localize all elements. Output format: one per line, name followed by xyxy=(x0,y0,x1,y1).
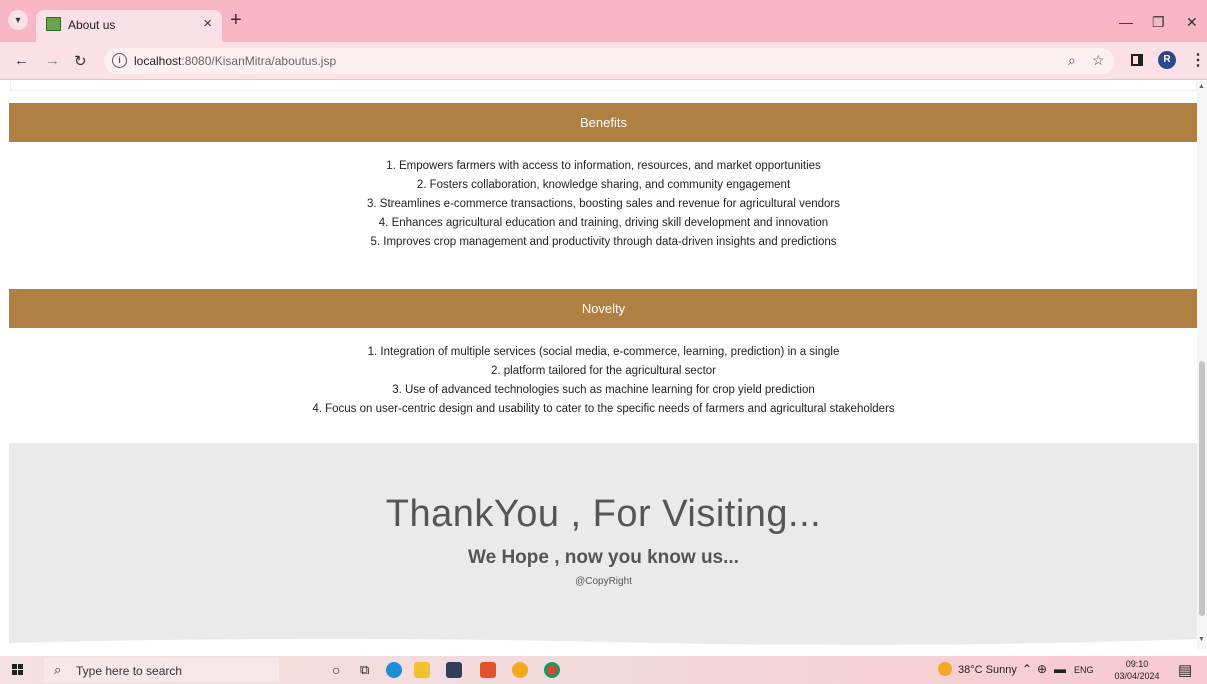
taskbar-search-placeholder: Type here to search xyxy=(76,664,183,678)
profile-avatar[interactable]: R xyxy=(1158,51,1176,69)
novelty-item: 3. Use of advanced technologies such as … xyxy=(392,384,815,396)
show-hidden-icons-chevron-icon[interactable]: ⌃ xyxy=(1022,662,1032,676)
language-indicator[interactable]: ENG xyxy=(1074,665,1094,675)
clock-time: 09:10 xyxy=(1125,659,1149,669)
benefits-item: 1. Empowers farmers with access to infor… xyxy=(386,160,821,172)
windows-taskbar: ⌕ Type here to search ○ ⧉ 38°C Sunny ⌃ ⊕… xyxy=(0,656,1207,684)
edge-browser-icon[interactable] xyxy=(386,662,402,678)
site-info-icon[interactable]: i xyxy=(112,53,127,68)
cortana-circle-icon[interactable]: ○ xyxy=(332,662,340,678)
benefits-item: 4. Enhances agricultural education and t… xyxy=(378,217,829,229)
zoom-icon[interactable]: ⌕ xyxy=(1068,52,1076,69)
app-hexagon-icon[interactable] xyxy=(512,662,528,678)
benefits-list: 1. Empowers farmers with access to infor… xyxy=(9,142,1198,288)
weather-sun-icon[interactable] xyxy=(938,662,952,676)
thank-you-heading: ThankYou , For Visiting... xyxy=(385,493,822,535)
benefits-heading: Benefits xyxy=(9,103,1198,142)
task-view-icon[interactable]: ⧉ xyxy=(360,662,369,678)
url-text[interactable]: localhost:8080/KisanMitra/aboutus.jsp xyxy=(134,54,336,68)
reload-icon[interactable]: ↻ xyxy=(74,52,87,70)
new-tab-plus-icon[interactable]: + xyxy=(230,10,242,30)
scrollbar-thumb[interactable] xyxy=(1199,361,1205,616)
taskbar-clock[interactable]: 09:10 03/04/2024 xyxy=(1112,658,1162,682)
search-icon: ⌕ xyxy=(54,662,62,677)
browser-tab-bar: ▾ About us × + — ❐ ✕ xyxy=(0,0,1207,42)
footer: ThankYou , For Visiting... We Hope , now… xyxy=(9,443,1198,649)
benefits-item: 5. Improves crop management and producti… xyxy=(370,236,837,248)
office-icon[interactable] xyxy=(480,662,496,678)
previous-section-edge xyxy=(10,81,1197,91)
taskbar-search[interactable]: ⌕ Type here to search xyxy=(44,658,279,682)
window-close-icon[interactable]: ✕ xyxy=(1186,14,1198,31)
novelty-item: 1. Integration of multiple services (soc… xyxy=(367,346,840,358)
scroll-up-icon[interactable]: ▲ xyxy=(1198,83,1205,90)
back-arrow-icon[interactable]: ← xyxy=(14,52,29,69)
mail-icon[interactable] xyxy=(446,662,462,678)
browser-menu-icon[interactable]: ⋮ xyxy=(1190,50,1206,70)
weather-text[interactable]: 38°C Sunny xyxy=(958,664,1017,676)
bookmark-star-icon[interactable]: ☆ xyxy=(1092,52,1105,69)
benefits-item: 2. Fosters collaboration, knowledge shar… xyxy=(416,179,791,191)
page-viewport: Benefits 1. Empowers farmers with access… xyxy=(0,81,1207,649)
forward-arrow-icon[interactable]: → xyxy=(45,52,60,69)
windows-start-icon[interactable] xyxy=(12,664,24,676)
restore-icon[interactable]: ❐ xyxy=(1152,14,1165,31)
tab-about-us[interactable]: About us × xyxy=(36,10,222,42)
tab-title: About us xyxy=(68,18,116,32)
scroll-down-icon[interactable]: ▼ xyxy=(1198,636,1205,643)
tab-search-dropdown-icon[interactable]: ▾ xyxy=(8,10,28,30)
novelty-heading: Novelty xyxy=(9,289,1198,328)
footer-wave-decoration xyxy=(9,638,1198,649)
side-panel-icon[interactable] xyxy=(1131,54,1143,66)
page-favicon-icon xyxy=(46,17,61,31)
file-explorer-icon[interactable] xyxy=(414,662,430,678)
clock-date: 03/04/2024 xyxy=(1114,671,1160,681)
novelty-item: 4. Focus on user-centric design and usab… xyxy=(312,403,895,415)
browser-toolbar: ← → ↻ i localhost:8080/KisanMitra/aboutu… xyxy=(0,42,1207,80)
network-globe-icon[interactable]: ⊕ xyxy=(1037,662,1047,676)
copyright-text: @CopyRight xyxy=(575,576,632,587)
page-scrollbar[interactable]: ▲ ▼ xyxy=(1197,81,1207,649)
novelty-list: 1. Integration of multiple services (soc… xyxy=(9,328,1198,443)
minimize-icon[interactable]: — xyxy=(1119,14,1133,30)
benefits-item: 3. Streamlines e-commerce transactions, … xyxy=(366,198,840,210)
battery-icon[interactable]: ▬ xyxy=(1054,662,1066,676)
footer-subtitle: We Hope , now you know us... xyxy=(468,547,739,568)
tab-close-icon[interactable]: × xyxy=(203,15,212,32)
chrome-icon[interactable] xyxy=(544,662,560,678)
address-bar[interactable]: i localhost:8080/KisanMitra/aboutus.jsp … xyxy=(104,48,1114,74)
novelty-item: 2. platform tailored for the agricultura… xyxy=(491,365,716,377)
notification-icon[interactable]: ▤ xyxy=(1178,661,1192,679)
